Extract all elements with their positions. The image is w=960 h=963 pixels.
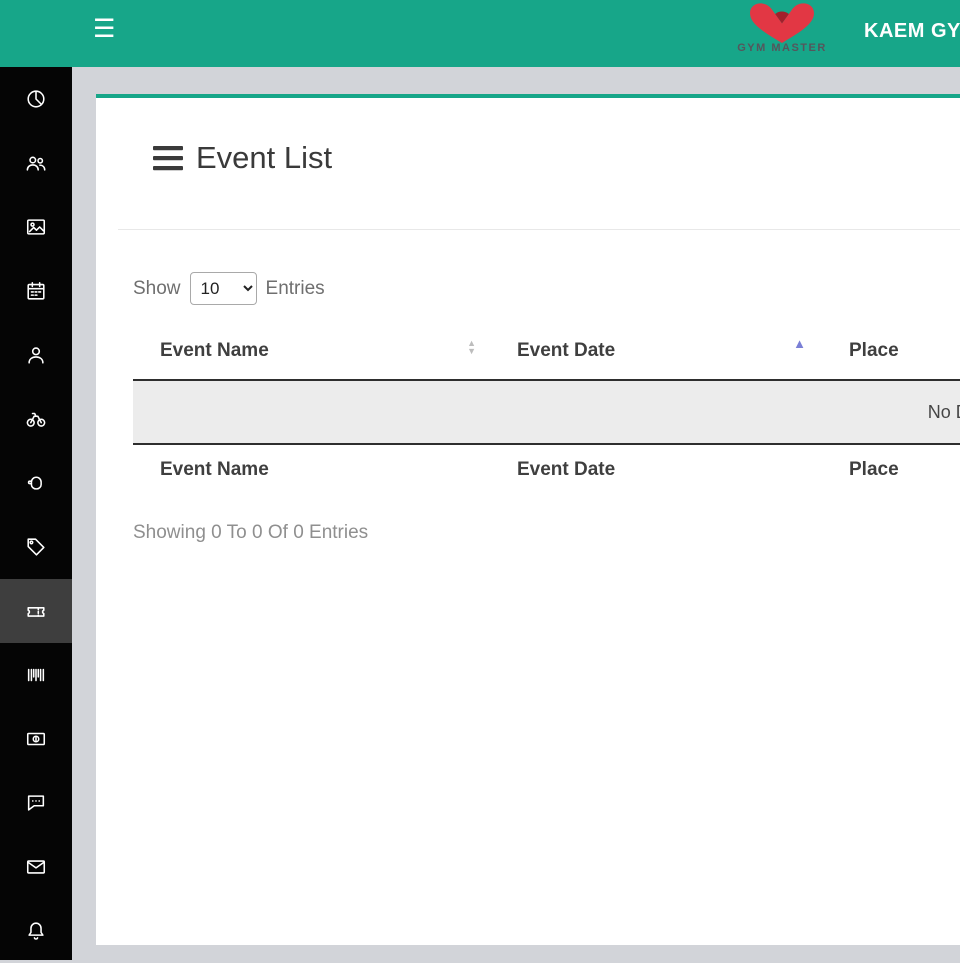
sidebar-item-chat[interactable] [0, 771, 72, 835]
list-icon [153, 145, 183, 171]
pie-chart-icon [25, 88, 47, 110]
table-footer-row: Event Name Event Date Place [133, 445, 960, 493]
logo: GYM MASTER [720, 1, 844, 54]
sidebar-item-equipment[interactable] [0, 387, 72, 451]
sidebar [0, 67, 72, 960]
table-header-row: Event Name ▲▼ Event Date ▲ Place [133, 324, 960, 381]
brand-text: KAEM GYM [864, 20, 960, 43]
glove-icon [25, 472, 47, 494]
logo-text: GYM MASTER [720, 42, 844, 54]
sidebar-item-members[interactable] [0, 131, 72, 195]
show-label: Show [133, 278, 181, 300]
user-icon [25, 344, 47, 366]
sidebar-item-messages[interactable] [0, 835, 72, 899]
image-icon [25, 216, 47, 238]
heart-logo-icon [741, 1, 823, 45]
chat-icon [25, 792, 47, 814]
empty-table-message: No Data Available In Table [928, 402, 960, 423]
sidebar-item-dashboard[interactable] [0, 67, 72, 131]
sort-asc-icon: ▲ [793, 336, 806, 351]
table-info-summary: Showing 0 To 0 Of 0 Entries [133, 522, 368, 544]
empty-table-row: No Data Available In Table [133, 381, 960, 445]
sidebar-item-schedule[interactable] [0, 259, 72, 323]
money-icon [25, 728, 47, 750]
column-header-place[interactable]: Place [822, 324, 960, 379]
page-length-control: Show 10 Entries [133, 272, 325, 305]
footer-event-date: Event Date [490, 445, 822, 493]
events-table: Event Name ▲▼ Event Date ▲ Place No Data… [133, 324, 960, 493]
tag-icon [25, 536, 47, 558]
bicycle-icon [25, 408, 47, 430]
bell-icon [25, 920, 47, 942]
sidebar-item-payments[interactable] [0, 707, 72, 771]
panel-header: Event List [153, 140, 332, 176]
sidebar-item-profile[interactable] [0, 323, 72, 387]
sidebar-item-packages[interactable] [0, 515, 72, 579]
event-list-panel: Event List Show 10 Entries Event Name ▲▼… [96, 94, 960, 945]
column-header-event-date[interactable]: Event Date ▲ [490, 324, 822, 379]
mail-icon [25, 856, 47, 878]
footer-event-name: Event Name [133, 445, 490, 493]
entries-label: Entries [266, 278, 325, 300]
sidebar-toggle-button[interactable]: ☰ [93, 17, 115, 42]
page-title: Event List [196, 140, 332, 176]
hamburger-icon: ☰ [93, 15, 115, 43]
sidebar-item-events[interactable] [0, 579, 72, 643]
topbar: ☰ GYM MASTER KAEM GYM [0, 0, 960, 67]
sidebar-item-barcode[interactable] [0, 643, 72, 707]
sidebar-item-training[interactable] [0, 451, 72, 515]
footer-place: Place [822, 445, 960, 493]
users-icon [25, 152, 47, 174]
column-header-event-name[interactable]: Event Name ▲▼ [133, 324, 490, 379]
sort-icon: ▲▼ [467, 339, 476, 355]
page-size-select[interactable]: 10 [190, 272, 257, 305]
calendar-icon [25, 280, 47, 302]
header-divider [118, 229, 960, 230]
barcode-icon [25, 664, 47, 686]
sidebar-item-gallery[interactable] [0, 195, 72, 259]
sidebar-item-notifications[interactable] [0, 899, 72, 963]
ticket-icon [25, 600, 47, 622]
